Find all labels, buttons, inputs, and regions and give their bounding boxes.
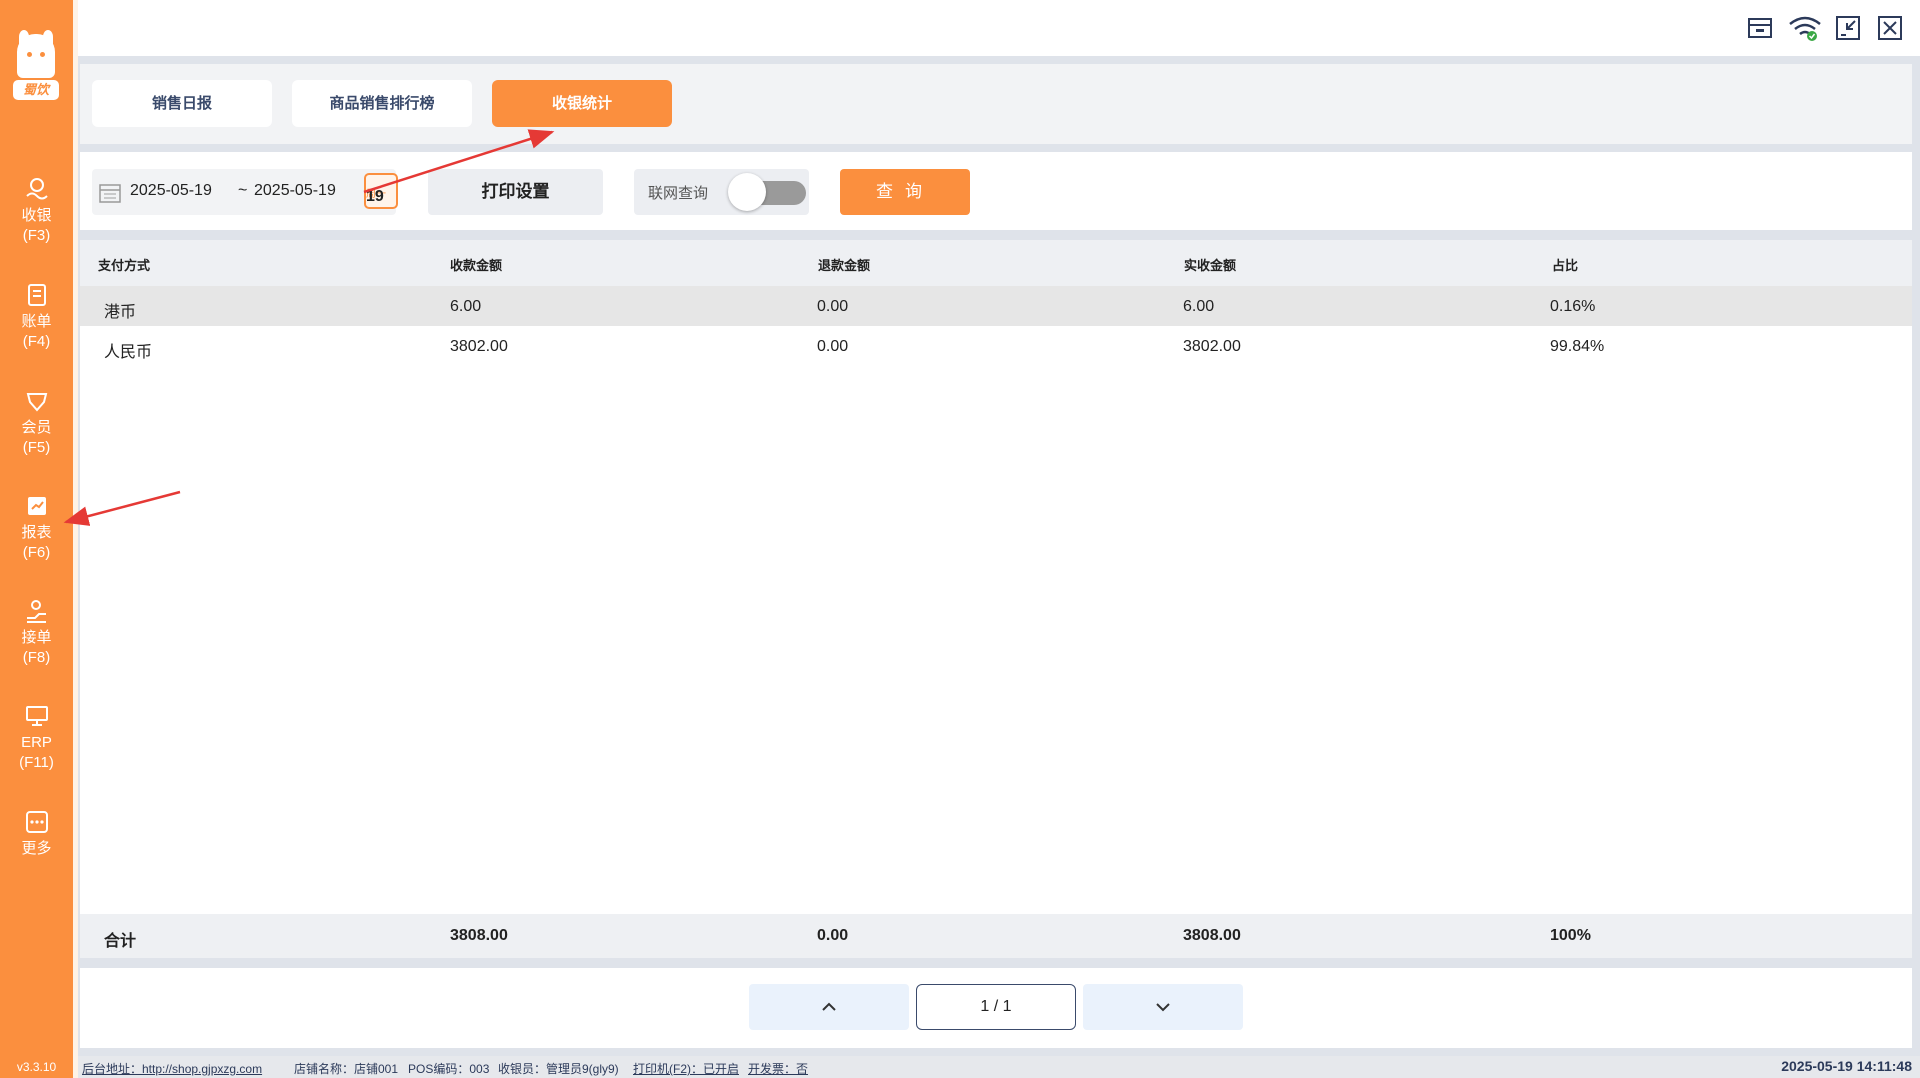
sidebar-item-key: (F6) bbox=[22, 544, 51, 561]
close-window-icon[interactable] bbox=[1876, 14, 1904, 42]
chevron-up-icon bbox=[822, 1002, 836, 1011]
date-range-picker[interactable]: 2025-05-19 ~ 2025-05-19 周一 19 bbox=[92, 169, 398, 215]
shrink-window-icon[interactable] bbox=[1834, 14, 1862, 42]
column-header: 支付方式 bbox=[98, 258, 151, 273]
date-from: 2025-05-19 bbox=[130, 182, 212, 199]
table-cell: 0.00 bbox=[817, 338, 849, 355]
table-cell: 3802.00 bbox=[450, 338, 508, 355]
sidebar-item-label: ERP bbox=[21, 734, 52, 751]
today-badge[interactable]: 周一 19 bbox=[364, 173, 398, 209]
sidebar-item-order[interactable]: 接单 (F8) bbox=[0, 598, 73, 668]
tab-cashier-stats[interactable]: 收银统计 bbox=[492, 80, 672, 127]
top-bar bbox=[78, 0, 1920, 56]
filter-bar: 2025-05-19 ~ 2025-05-19 周一 19 打印设置 联网查询 … bbox=[80, 152, 1912, 230]
brand-label: 蜀饮 bbox=[13, 80, 59, 100]
sidebar-item-member[interactable]: 会员 (F5) bbox=[0, 388, 73, 458]
chevron-down-icon bbox=[1156, 1003, 1170, 1012]
sidebar-item-key: (F5) bbox=[22, 439, 51, 456]
backend-url-link[interactable]: 后台地址：http://shop.gjpxzg.com bbox=[82, 1060, 262, 1077]
member-icon bbox=[26, 393, 47, 412]
totals-label: 合计 bbox=[104, 933, 137, 950]
invoice-status-link[interactable]: 开发票：否 bbox=[748, 1060, 808, 1077]
column-header: 占比 bbox=[1552, 258, 1579, 273]
column-header: 实收金额 bbox=[1184, 258, 1237, 273]
report-icon bbox=[27, 497, 46, 515]
sidebar-item-erp[interactable]: ERP (F11) bbox=[0, 703, 73, 773]
totals-cell: 3808.00 bbox=[1183, 927, 1241, 944]
pos-code: POS编码：003 bbox=[408, 1062, 490, 1076]
status-datetime: 2025-05-19 14:11:48 bbox=[1781, 1058, 1912, 1074]
table-totals-row: 合计 3808.00 0.00 3808.00 100% bbox=[80, 914, 1912, 958]
status-bar: 后台地址：http://shop.gjpxzg.com 店铺名称：店铺001 P… bbox=[78, 1056, 1920, 1078]
next-page-button[interactable] bbox=[1083, 984, 1243, 1030]
totals-cell: 0.00 bbox=[817, 927, 849, 944]
table-cell: 人民币 bbox=[104, 344, 153, 361]
sidebar-item-key: (F11) bbox=[19, 754, 54, 771]
online-query-control: 联网查询 bbox=[634, 169, 809, 215]
sidebar: 蜀饮 收银 (F3) 账单 (F4) 会员 (F5) 报表 (F6) 接单 (F… bbox=[0, 0, 73, 1078]
column-header: 退款金额 bbox=[818, 258, 871, 273]
table-cell: 6.00 bbox=[1183, 298, 1215, 315]
table-cell: 0.00 bbox=[817, 298, 849, 315]
tab-sales-daily[interactable]: 销售日报 bbox=[92, 80, 272, 127]
cashier-name: 收银员：管理员9(gly9) bbox=[498, 1062, 619, 1076]
calendar-icon bbox=[99, 184, 121, 203]
date-to: 2025-05-19 bbox=[254, 182, 336, 199]
table-row[interactable]: 港币 6.00 0.00 6.00 0.16% bbox=[80, 286, 1912, 326]
sidebar-item-report[interactable]: 报表 (F6) bbox=[0, 493, 73, 563]
page-indicator: 1 / 1 bbox=[916, 984, 1076, 1030]
sidebar-item-label: 会员 bbox=[21, 419, 52, 436]
table-header: 支付方式 收款金额 退款金额 实收金额 占比 bbox=[80, 240, 1912, 286]
sidebar-item-label: 接单 bbox=[21, 629, 52, 646]
sidebar-item-key: (F4) bbox=[22, 333, 51, 350]
cash-drawer-icon[interactable] bbox=[1746, 14, 1774, 42]
sidebar-item-cashier[interactable]: 收银 (F3) bbox=[0, 176, 73, 246]
sidebar-divider bbox=[73, 0, 78, 1078]
sidebar-item-label: 收银 bbox=[21, 207, 52, 224]
online-query-toggle[interactable] bbox=[728, 173, 806, 211]
report-tabs: 销售日报 商品销售排行榜 收银统计 bbox=[80, 64, 1912, 144]
app-logo: 蜀饮 bbox=[13, 30, 59, 102]
date-separator: ~ bbox=[238, 182, 248, 199]
order-icon bbox=[26, 600, 46, 623]
totals-cell: 100% bbox=[1550, 927, 1591, 944]
more-icon bbox=[25, 811, 48, 833]
column-header: 收款金额 bbox=[450, 258, 503, 273]
store-name: 店铺名称：店铺001 bbox=[294, 1062, 399, 1076]
sidebar-item-key: (F3) bbox=[22, 227, 51, 244]
table-cell: 港币 bbox=[104, 304, 137, 321]
printer-status-link[interactable]: 打印机(F2)：已开启 bbox=[633, 1060, 739, 1077]
sidebar-item-bill[interactable]: 账单 (F4) bbox=[0, 282, 73, 352]
payment-stats-table: 支付方式 收款金额 退款金额 实收金额 占比 港币 6.00 0.00 6.00… bbox=[80, 240, 1912, 958]
bill-icon bbox=[27, 284, 46, 306]
pagination: 1 / 1 bbox=[80, 968, 1912, 1048]
wifi-icon[interactable] bbox=[1788, 14, 1822, 42]
sidebar-item-key: (F8) bbox=[22, 649, 51, 666]
sidebar-item-label: 报表 bbox=[21, 524, 52, 541]
table-cell: 0.16% bbox=[1550, 298, 1596, 315]
online-query-label: 联网查询 bbox=[648, 185, 709, 202]
table-cell: 99.84% bbox=[1550, 338, 1605, 355]
tab-product-ranking[interactable]: 商品销售排行榜 bbox=[292, 80, 472, 127]
table-row[interactable]: 人民币 3802.00 0.00 3802.00 99.84% bbox=[80, 326, 1912, 366]
cashier-icon bbox=[25, 178, 48, 200]
prev-page-button[interactable] bbox=[749, 984, 909, 1030]
print-settings-button[interactable]: 打印设置 bbox=[428, 169, 603, 215]
sidebar-item-label: 账单 bbox=[21, 313, 52, 330]
sidebar-item-label: 更多 bbox=[21, 840, 52, 857]
today-day: 19 bbox=[366, 188, 384, 205]
totals-cell: 3808.00 bbox=[450, 927, 508, 944]
sidebar-item-more[interactable]: 更多 bbox=[0, 809, 73, 859]
version-label: v3.3.10 bbox=[16, 1060, 57, 1074]
table-cell: 6.00 bbox=[450, 298, 482, 315]
table-cell: 3802.00 bbox=[1183, 338, 1241, 355]
erp-icon bbox=[25, 706, 48, 726]
query-button[interactable]: 查询 bbox=[840, 169, 970, 215]
